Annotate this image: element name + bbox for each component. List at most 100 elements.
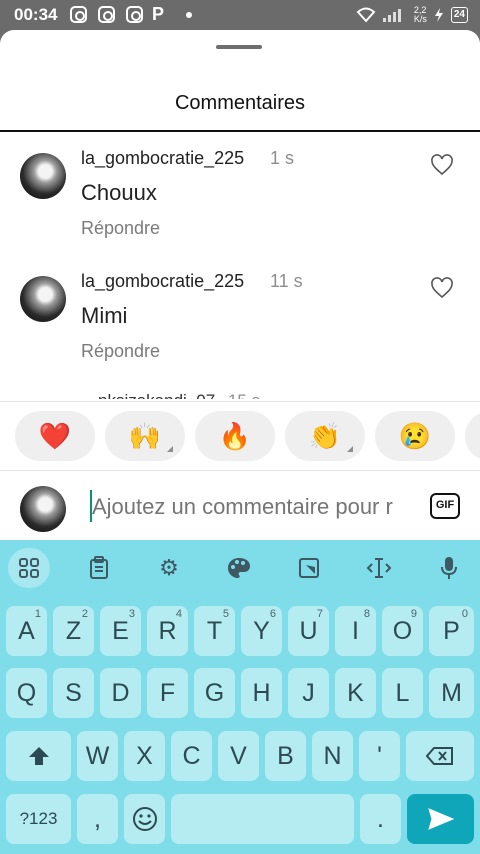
key-n[interactable]: N (312, 731, 353, 781)
clipboard-icon[interactable] (78, 548, 120, 588)
key-l[interactable]: L (382, 668, 423, 718)
key-c[interactable]: C (171, 731, 212, 781)
keyboard: ⚙ A1 Z2 E3 R4 T5 Y6 U7 I8 O9 P0 Q S D F (0, 540, 480, 854)
key-m[interactable]: M (429, 668, 474, 718)
keyboard-toolbar: ⚙ (0, 540, 480, 596)
key-apostrophe[interactable]: ' (359, 731, 400, 781)
cursor-control-icon[interactable] (358, 548, 400, 588)
shift-arrow-icon (28, 747, 49, 765)
p-notification-icon: P (152, 4, 165, 24)
key-o[interactable]: O9 (382, 606, 423, 656)
sheet-title: Commentaires (174, 92, 306, 114)
key-y[interactable]: Y6 (241, 606, 282, 656)
more-notifications-icon (186, 12, 192, 18)
key-z[interactable]: Z2 (53, 606, 94, 656)
send-button[interactable] (407, 794, 474, 844)
apps-grid-icon[interactable] (8, 548, 50, 588)
numbers-symbols-key[interactable]: ?123 (6, 794, 71, 844)
emoji-clap-button[interactable]: 👏 (285, 411, 365, 461)
key-number-hint: 9 (410, 608, 417, 620)
backspace-key[interactable] (406, 731, 474, 781)
key-x[interactable]: X (124, 731, 165, 781)
key-number-hint: 5 (222, 608, 229, 620)
key-label: I (352, 616, 359, 645)
wifi-icon (356, 7, 376, 23)
theme-palette-icon[interactable] (218, 548, 260, 588)
comments-sheet: Commentaires la_gombocratie_225 1 s Chou… (0, 30, 480, 540)
key-e[interactable]: E3 (100, 606, 141, 656)
microphone-icon[interactable] (428, 548, 470, 588)
key-label: Z (65, 616, 82, 645)
key-h[interactable]: H (241, 668, 282, 718)
key-b[interactable]: B (265, 731, 306, 781)
key-s[interactable]: S (53, 668, 94, 718)
avatar[interactable] (20, 276, 66, 322)
reply-button[interactable]: Répondre (81, 341, 160, 362)
comment-username[interactable]: la_gombocratie_225 (81, 148, 244, 169)
instagram-notification-icon (98, 6, 115, 23)
emoji-heart-button[interactable]: ❤️ (15, 411, 95, 461)
comma-key[interactable]: , (77, 794, 118, 844)
emoji-more-button[interactable] (465, 411, 480, 461)
key-g[interactable]: G (194, 668, 235, 718)
send-arrow-icon (427, 808, 454, 830)
comment-time: 15 s (228, 391, 260, 399)
comment-time: 1 s (270, 148, 295, 168)
key-number-hint: 2 (81, 608, 88, 620)
avatar[interactable] (20, 153, 66, 199)
comment-item: la_gombocratie_225 1 s Chouux Répondre (0, 148, 480, 258)
key-f[interactable]: F (147, 668, 188, 718)
key-t[interactable]: T5 (194, 606, 235, 656)
key-label: A (18, 616, 35, 645)
key-w[interactable]: W (77, 731, 118, 781)
key-label: Y (253, 616, 270, 645)
comment-input[interactable] (92, 493, 410, 521)
key-p[interactable]: P0 (429, 606, 474, 656)
key-label: P (443, 616, 460, 645)
key-q[interactable]: Q (6, 668, 47, 718)
key-k[interactable]: K (335, 668, 376, 718)
key-j[interactable]: J (288, 668, 329, 718)
comment-item: la_gombocratie_225 11 s Mimi Répondre (0, 271, 480, 381)
instagram-notification-icon (70, 6, 87, 23)
key-number-hint: 3 (128, 608, 135, 620)
space-bar[interactable] (171, 794, 354, 844)
one-handed-mode-icon[interactable] (288, 548, 330, 588)
emoji-key[interactable] (124, 794, 165, 844)
key-label: U (299, 616, 318, 645)
avatar (20, 486, 66, 532)
key-number-hint: 0 (461, 608, 468, 620)
emoji-fire-button[interactable]: 🔥 (195, 411, 275, 461)
comment-text: Chouux (81, 180, 157, 205)
key-number-hint: 4 (175, 608, 182, 620)
key-r[interactable]: R4 (147, 606, 188, 656)
key-v[interactable]: V (218, 731, 259, 781)
gif-button[interactable]: GIF (430, 493, 460, 519)
period-key[interactable]: . (360, 794, 401, 844)
key-a[interactable]: A1 (6, 606, 47, 656)
key-d[interactable]: D (100, 668, 141, 718)
emoji-quick-bar: ❤️ 🙌 🔥 👏 😢 (0, 401, 480, 471)
smiley-icon (132, 807, 157, 831)
drag-handle[interactable] (216, 45, 262, 49)
key-number-hint: 8 (363, 608, 370, 620)
key-number-hint: 6 (269, 608, 276, 620)
emoji-raising-hands-button[interactable]: 🙌 (105, 411, 185, 461)
comment-username[interactable]: la_gombocratie_225 (81, 271, 244, 292)
key-i[interactable]: I8 (335, 606, 376, 656)
settings-gear-icon[interactable]: ⚙ (148, 548, 190, 588)
key-label: T (206, 616, 223, 645)
key-number-hint: 1 (34, 608, 41, 620)
title-divider (0, 130, 480, 132)
signal-icon (382, 9, 401, 22)
battery-indicator: 24 (450, 7, 468, 23)
like-heart-icon[interactable] (430, 154, 454, 176)
key-number-hint: 7 (316, 608, 323, 620)
key-label: E (112, 616, 129, 645)
key-u[interactable]: U7 (288, 606, 329, 656)
reply-button[interactable]: Répondre (81, 218, 160, 239)
comment-input-row: GIF (0, 471, 480, 540)
shift-key[interactable] (6, 731, 71, 781)
emoji-cry-button[interactable]: 😢 (375, 411, 455, 461)
like-heart-icon[interactable] (430, 277, 454, 299)
